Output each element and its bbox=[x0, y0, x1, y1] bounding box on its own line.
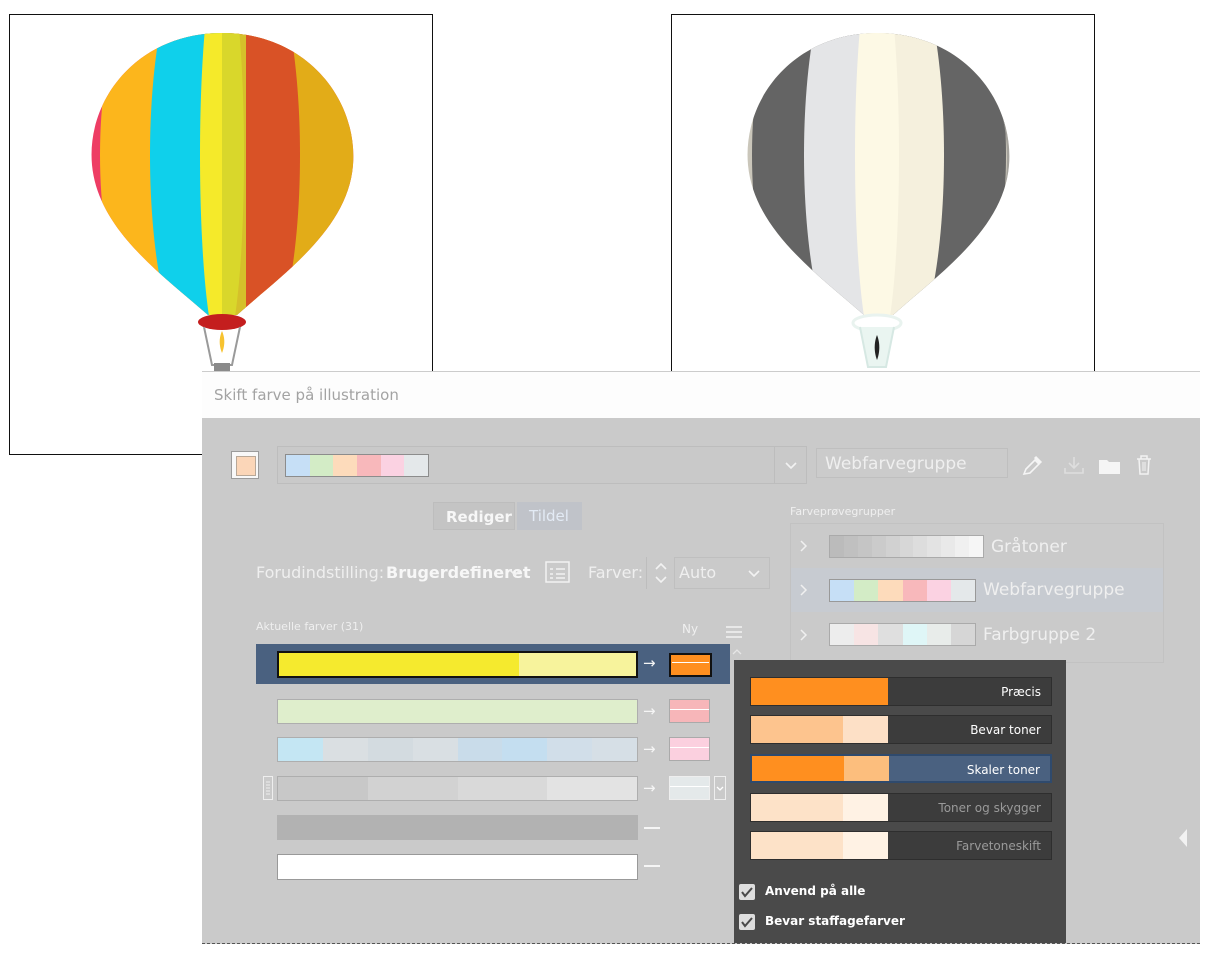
arrow-icon: → bbox=[643, 654, 656, 672]
new-color-swatch[interactable] bbox=[669, 737, 710, 761]
web-colors-strip bbox=[829, 579, 976, 602]
arrow-icon: → bbox=[643, 779, 656, 797]
group-name-input[interactable]: Webfarvegruppe bbox=[816, 448, 1008, 478]
preset-label: Forudindstilling: bbox=[256, 563, 385, 582]
harmony-color-strip-field[interactable] bbox=[277, 446, 807, 484]
chevron-down-icon bbox=[716, 786, 724, 791]
colors-count-label: Farver: bbox=[588, 563, 644, 582]
current-color-bar[interactable] bbox=[277, 737, 638, 762]
current-color-bar[interactable] bbox=[277, 815, 638, 840]
apply-to-all-label: Anvend på alle bbox=[765, 884, 866, 898]
colors-count-stepper[interactable] bbox=[646, 557, 675, 589]
preserve-spot-colors-label: Bevar staffagefarver bbox=[765, 914, 905, 928]
option-bevar-toner[interactable]: Bevar toner bbox=[750, 715, 1052, 744]
colors-count-dropdown[interactable]: Auto bbox=[674, 557, 770, 589]
color-reduction-options-icon[interactable] bbox=[545, 560, 571, 584]
harmony-color-swatch[interactable] bbox=[286, 455, 310, 476]
option-toner-og-skygger[interactable]: Toner og skygger bbox=[750, 793, 1052, 822]
menu-icon[interactable] bbox=[726, 623, 742, 638]
tab-tildel[interactable]: Tildel bbox=[517, 502, 582, 530]
no-mapping-dash bbox=[644, 865, 660, 867]
folder-icon[interactable] bbox=[1097, 456, 1123, 476]
apply-to-all-checkbox[interactable] bbox=[739, 884, 755, 900]
row-drag-handle[interactable] bbox=[263, 776, 273, 800]
expand-panel-icon[interactable] bbox=[1176, 827, 1190, 849]
harmony-dropdown-button[interactable] bbox=[774, 446, 807, 484]
colors-count-value: Auto bbox=[679, 563, 717, 582]
arrow-icon: → bbox=[643, 702, 656, 720]
group-name-value: Webfarvegruppe bbox=[825, 454, 967, 474]
new-color-swatch[interactable] bbox=[669, 699, 710, 723]
chevron-right-icon bbox=[800, 540, 808, 552]
current-color-bar[interactable] bbox=[277, 699, 638, 724]
new-color-swatch[interactable] bbox=[669, 653, 712, 677]
new-color-swatch[interactable] bbox=[669, 776, 710, 800]
arrow-icon: → bbox=[643, 740, 656, 758]
current-colors-label: Aktuelle farver (31) bbox=[256, 620, 364, 633]
recolor-method-menu: Præcis Bevar toner Skaler toner Toner og… bbox=[734, 660, 1066, 943]
eyedropper-icon[interactable] bbox=[1020, 452, 1046, 476]
harmony-color-swatch[interactable] bbox=[333, 455, 358, 476]
swatch-dropdown-button[interactable] bbox=[714, 776, 726, 800]
active-color-swatch[interactable] bbox=[231, 451, 259, 479]
row-scrollbar-up[interactable] bbox=[730, 644, 744, 658]
current-color-bar[interactable] bbox=[277, 854, 638, 880]
trash-icon[interactable] bbox=[1134, 454, 1154, 476]
harmony-color-swatch[interactable] bbox=[309, 455, 334, 476]
stepper-arrows-icon bbox=[655, 562, 667, 584]
chevron-down-icon bbox=[785, 462, 797, 470]
tab-rediger[interactable]: Rediger bbox=[433, 502, 515, 530]
chevron-right-icon bbox=[800, 584, 808, 596]
harmony-color-swatch[interactable] bbox=[380, 455, 405, 476]
option-farvetoneskift[interactable]: Farvetoneskift bbox=[750, 831, 1052, 860]
dialog-titlebar: Skift farve på illustration bbox=[202, 371, 1200, 418]
current-color-bar[interactable] bbox=[277, 651, 638, 678]
swatch-group-farbgruppe-2[interactable]: Farbgruppe 2 bbox=[791, 614, 1163, 656]
swatch-group-gratoner[interactable]: Gråtoner bbox=[791, 525, 1163, 567]
group-2-strip bbox=[829, 623, 976, 646]
preset-dropdown[interactable]: Brugerdefineret bbox=[378, 557, 530, 589]
option-precis[interactable]: Præcis bbox=[750, 677, 1052, 706]
swatch-groups-label: Farveprøvegrupper bbox=[790, 505, 896, 518]
checkmark-icon bbox=[741, 917, 753, 928]
chevron-down-icon bbox=[509, 569, 521, 577]
preserve-spot-colors-checkbox[interactable] bbox=[739, 914, 755, 930]
no-mapping-dash bbox=[644, 827, 660, 829]
swatch-group-webfarvegruppe[interactable]: Webfarvegruppe bbox=[791, 568, 1163, 612]
harmony-color-swatch[interactable] bbox=[357, 455, 381, 476]
checkmark-icon bbox=[741, 887, 753, 898]
dialog-title: Skift farve på illustration bbox=[214, 386, 399, 404]
harmony-color-swatch[interactable] bbox=[404, 455, 429, 476]
new-colors-label: Ny bbox=[682, 622, 699, 636]
harmony-color-strip bbox=[285, 454, 429, 477]
save-group-icon[interactable] bbox=[1062, 455, 1086, 475]
chevron-right-icon bbox=[800, 629, 808, 641]
chevron-down-icon bbox=[748, 570, 760, 578]
option-skaler-toner[interactable]: Skaler toner bbox=[750, 754, 1052, 783]
current-color-bar[interactable] bbox=[277, 776, 638, 801]
grayscale-strip bbox=[829, 535, 984, 558]
